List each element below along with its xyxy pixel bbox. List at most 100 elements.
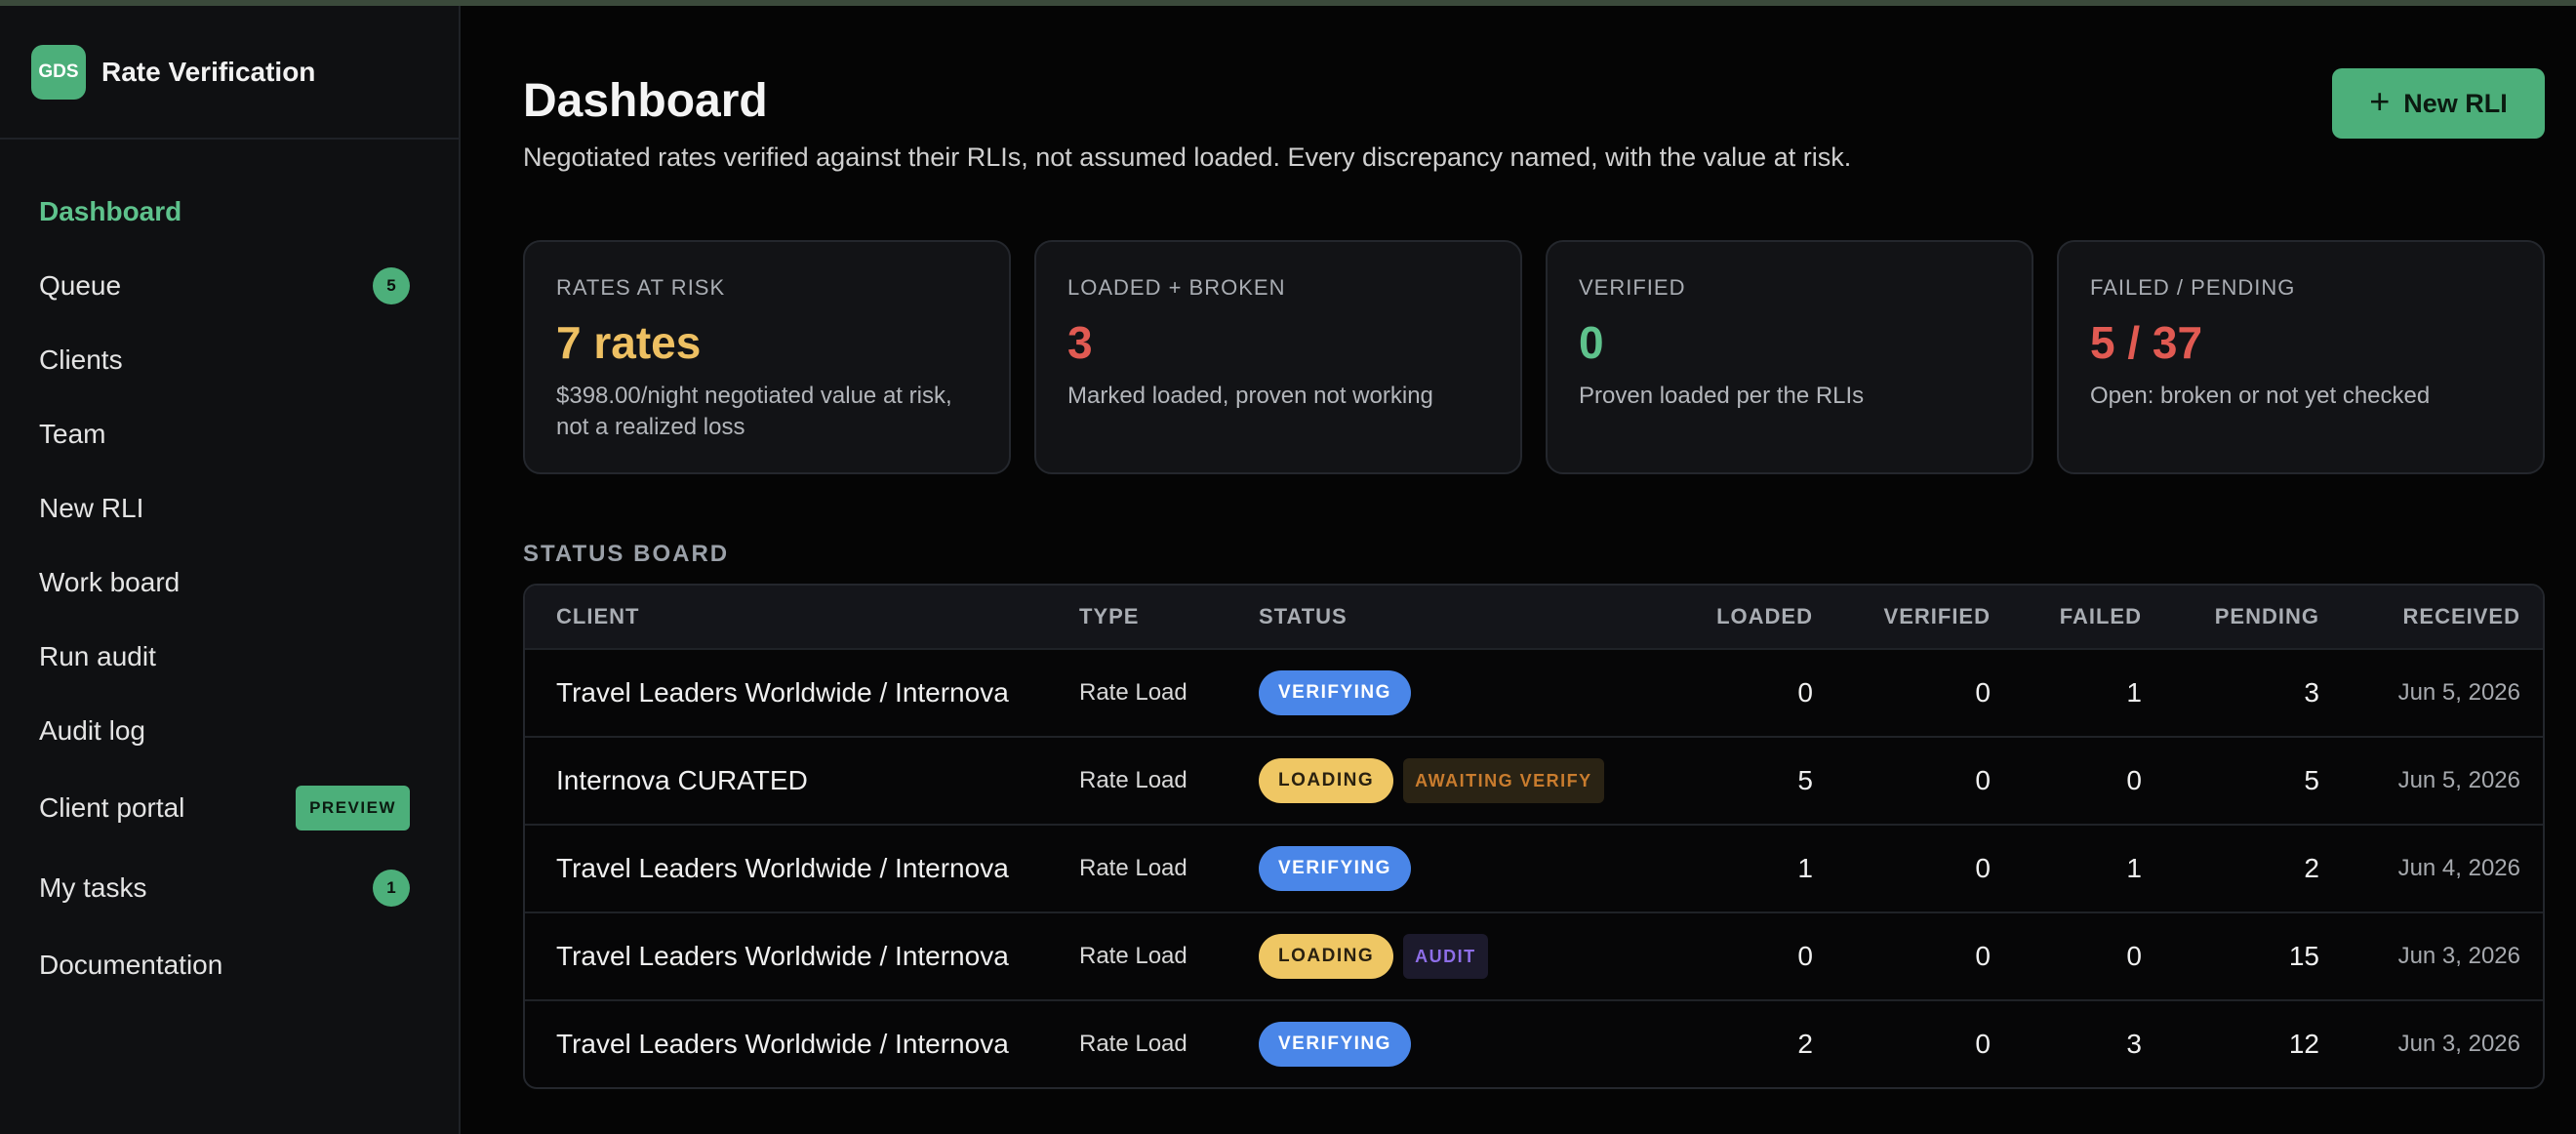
new-rli-button-label: New RLI [2403,88,2508,118]
cell-failed: 0 [2126,765,2142,795]
cell-loaded: 5 [1797,765,1813,795]
sidebar-item-clients[interactable]: Clients [0,323,459,397]
sidebar-item-work-board[interactable]: Work board [0,546,459,620]
status-pill-verifying: VERIFYING [1259,1022,1411,1067]
stat-card-failed-pending: FAILED / PENDING 5 / 37 Open: broken or … [2057,240,2545,474]
cell-verified: 0 [1975,765,1991,795]
sidebar: GDS Rate Verification Dashboard Queue 5 … [0,6,461,1134]
sidebar-item-client-portal[interactable]: Client portal PREVIEW [0,768,459,848]
tasks-count-badge: 1 [373,870,410,907]
column-header-received[interactable]: RECEIVED [2319,604,2520,629]
cell-verified: 0 [1975,941,1991,971]
cell-type: Rate Load [1079,1031,1187,1057]
cell-pending: 2 [2304,853,2319,883]
cell-pending: 3 [2304,677,2319,708]
column-header-client[interactable]: CLIENT [525,604,1079,629]
sidebar-item-documentation[interactable]: Documentation [0,928,459,1002]
sidebar-item-run-audit[interactable]: Run audit [0,620,459,694]
column-header-failed[interactable]: FAILED [1991,604,2142,629]
cell-type: Rate Load [1079,943,1187,969]
cell-received: Jun 5, 2026 [2397,767,2520,793]
status-pill-verifying: VERIFYING [1259,846,1411,891]
status-pill-loading: LOADING [1259,758,1394,803]
stat-description: $398.00/night negotiated value at risk, … [556,383,952,440]
brand-logo: GDS [31,44,86,100]
stat-label: VERIFIED [1579,275,1686,300]
cell-failed: 3 [2126,1029,2142,1059]
table-header-row: CLIENT TYPE STATUS LOADED VERIFIED FAILE… [525,586,2543,648]
sidebar-item-audit-log[interactable]: Audit log [0,694,459,768]
column-header-pending[interactable]: PENDING [2142,604,2319,629]
status-pill-loading: LOADING [1259,934,1394,979]
cell-client: Travel Leaders Worldwide / Internova [556,853,1009,883]
status-board-label: STATUS BOARD [523,541,730,567]
column-header-status[interactable]: STATUS [1259,604,1641,629]
sidebar-item-new-rli[interactable]: New RLI [0,471,459,546]
column-header-type[interactable]: TYPE [1079,604,1259,629]
cell-received: Jun 5, 2026 [2397,679,2520,706]
sidebar-item-label: Dashboard [39,196,182,226]
status-board-table: CLIENT TYPE STATUS LOADED VERIFIED FAILE… [523,584,2545,1089]
cell-status: VERIFYING [1259,1022,1641,1067]
sidebar-item-label: My tasks [39,872,147,903]
page-subtitle: Negotiated rates verified against their … [523,142,1852,172]
stat-description: Proven loaded per the RLIs [1579,383,1865,409]
stat-card-verified: VERIFIED 0 Proven loaded per the RLIs [1546,240,2033,474]
cell-pending: 12 [2288,1029,2319,1059]
sidebar-item-label: Client portal [39,792,185,823]
stats-row: RATES AT RISK 7 rates $398.00/night nego… [523,240,2545,474]
stat-card-loaded-broken: LOADED + BROKEN 3 Marked loaded, proven … [1034,240,1522,474]
cell-type: Rate Load [1079,855,1187,881]
cell-verified: 0 [1975,853,1991,883]
sidebar-item-label: Documentation [39,950,223,980]
sidebar-item-team[interactable]: Team [0,397,459,471]
cell-failed: 1 [2126,853,2142,883]
table-row[interactable]: Travel Leaders Worldwide / Internova Rat… [525,911,2543,999]
new-rli-button[interactable]: + New RLI [2332,68,2545,139]
cell-status: LOADING AWAITING VERIFY [1259,758,1641,803]
stat-label: LOADED + BROKEN [1067,275,1286,300]
stat-description: Marked loaded, proven not working [1067,383,1433,409]
table-row[interactable]: Travel Leaders Worldwide / Internova Rat… [525,824,2543,911]
sidebar-item-label: Team [39,419,106,449]
cell-client: Travel Leaders Worldwide / Internova [556,1029,1009,1059]
cell-client: Travel Leaders Worldwide / Internova [556,677,1009,708]
stat-value: 7 rates [556,317,702,368]
plus-icon: + [2369,81,2391,121]
sidebar-nav: Dashboard Queue 5 Clients Team New RLI W… [0,140,459,1002]
preview-badge: PREVIEW [296,786,410,830]
status-pill-verifying: VERIFYING [1259,670,1411,715]
sidebar-item-label: Audit log [39,715,145,746]
brand-title: Rate Verification [101,56,316,87]
cell-loaded: 0 [1797,941,1813,971]
column-header-verified[interactable]: VERIFIED [1813,604,1991,629]
queue-count-badge: 5 [373,267,410,304]
sidebar-item-dashboard[interactable]: Dashboard [0,175,459,249]
sidebar-item-queue[interactable]: Queue 5 [0,249,459,323]
cell-status: VERIFYING [1259,670,1641,715]
table-row[interactable]: Internova CURATED Rate Load LOADING AWAI… [525,736,2543,824]
stat-value: 3 [1067,317,1093,368]
cell-verified: 0 [1975,1029,1991,1059]
cell-failed: 0 [2126,941,2142,971]
stat-label: RATES AT RISK [556,275,726,300]
cell-received: Jun 3, 2026 [2397,943,2520,969]
table-row[interactable]: Travel Leaders Worldwide / Internova Rat… [525,999,2543,1087]
cell-loaded: 0 [1797,677,1813,708]
stat-label: FAILED / PENDING [2090,275,2296,300]
cell-verified: 0 [1975,677,1991,708]
audit-tag: AUDIT [1403,934,1488,979]
cell-received: Jun 3, 2026 [2397,1031,2520,1057]
cell-status: VERIFYING [1259,846,1641,891]
stat-card-rates-at-risk: RATES AT RISK 7 rates $398.00/night nego… [523,240,1011,474]
stat-value: 5 / 37 [2090,317,2203,368]
sidebar-item-label: New RLI [39,493,144,523]
stat-value: 0 [1579,317,1604,368]
cell-status: LOADING AUDIT [1259,934,1641,979]
cell-pending: 5 [2304,765,2319,795]
sidebar-item-my-tasks[interactable]: My tasks 1 [0,848,459,928]
column-header-loaded[interactable]: LOADED [1641,604,1813,629]
sidebar-item-label: Clients [39,344,123,375]
page-title: Dashboard [523,75,768,127]
table-row[interactable]: Travel Leaders Worldwide / Internova Rat… [525,648,2543,736]
